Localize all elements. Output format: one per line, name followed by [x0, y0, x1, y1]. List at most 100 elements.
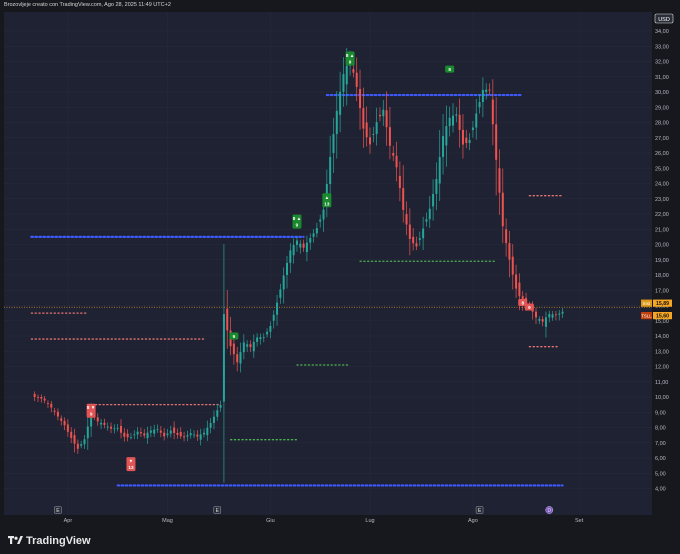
event-marker[interactable]: E: [213, 506, 222, 514]
candle-body: [106, 426, 109, 428]
y-tick-label: 13,00: [655, 349, 669, 355]
candle-body: [76, 443, 79, 449]
signal-green[interactable]: 8 ▲9: [345, 51, 355, 66]
candle-body: [252, 341, 255, 352]
candle-body: [392, 153, 395, 156]
candle-body: [319, 219, 322, 222]
candle-body: [445, 126, 448, 146]
signal-count: 9: [349, 59, 352, 64]
candle-body: [146, 432, 149, 439]
candle-body: [471, 127, 474, 131]
signal-red[interactable]: ▼13: [126, 457, 136, 472]
candle-body: [355, 72, 358, 87]
candle-body: [418, 238, 421, 240]
y-tick-label: 9,00: [655, 410, 666, 416]
signal-green[interactable]: 8: [445, 65, 455, 73]
candle-body: [286, 262, 288, 275]
price-tags: Inst 15,89 TSLL 15,60: [641, 299, 672, 320]
candle-body: [219, 404, 222, 408]
candle-body: [402, 188, 405, 210]
candle-body: [103, 422, 106, 425]
signal-label: ▲: [325, 195, 330, 200]
candle-body: [63, 420, 66, 426]
candle-body: [359, 88, 362, 109]
candle-body: [282, 275, 285, 290]
candle-body: [455, 114, 458, 116]
candle-body: [96, 417, 99, 422]
candle-body: [312, 233, 315, 237]
grid-lines: [4, 12, 652, 515]
candle-body: [362, 108, 365, 129]
candle-body: [173, 427, 176, 433]
candle-body: [498, 168, 501, 193]
x-tick-label: Mag: [162, 518, 173, 524]
signal-label: ▼: [129, 459, 134, 464]
price-tag-name: TSLL: [641, 313, 652, 318]
candle-body: [176, 432, 179, 435]
candle-body: [163, 432, 166, 437]
event-marker[interactable]: E: [54, 506, 62, 514]
signal-count: 13: [324, 201, 330, 206]
candle-body: [352, 69, 355, 73]
candle-body: [405, 214, 408, 225]
candle-body: [166, 433, 169, 436]
candle-body: [315, 228, 318, 234]
candle-body: [179, 432, 182, 437]
candle-body: [345, 65, 348, 85]
candle-body: [212, 416, 215, 423]
y-tick-label: 7,00: [655, 441, 666, 447]
signal-green[interactable]: ▲13: [322, 193, 332, 208]
y-tick-label: 26,00: [655, 151, 669, 157]
candle-body: [83, 439, 86, 445]
candle-body: [412, 236, 415, 244]
y-tick-label: 34,00: [655, 29, 669, 35]
candle-body: [279, 289, 282, 298]
x-tick-label: Ago: [468, 518, 478, 524]
y-tick-label: 24,00: [655, 182, 669, 188]
event-marker[interactable]: E: [475, 506, 484, 514]
candle-body: [375, 122, 378, 135]
event-markers: EEED: [54, 506, 554, 514]
candle-body: [369, 137, 371, 145]
signal-label: 8: [521, 300, 524, 305]
candle-body: [116, 428, 119, 429]
signal-label: 8 ▼: [87, 405, 95, 410]
candle-body: [544, 317, 547, 327]
candle-body: [398, 175, 401, 189]
x-tick-label: Set: [575, 518, 584, 524]
candle-body: [554, 314, 557, 316]
candle-body: [515, 274, 518, 289]
candle-body: [272, 314, 275, 321]
price-tag: TSLL 15,60: [641, 312, 672, 320]
candle-body: [226, 308, 229, 331]
y-tick-label: 19,00: [655, 258, 669, 264]
signal-red[interactable]: 8 ▼9: [86, 403, 96, 418]
y-tick-label: 5,00: [655, 471, 666, 477]
candle-body: [342, 74, 345, 92]
candle-body: [422, 228, 425, 239]
candle-body: [242, 342, 245, 353]
candle-body: [382, 109, 385, 117]
candle-body: [136, 431, 139, 435]
price-tag-value: 15,89: [656, 301, 669, 307]
candle-body: [239, 352, 242, 364]
candle-body: [438, 157, 441, 184]
candle-body: [196, 434, 199, 437]
candle-body: [209, 423, 212, 428]
candle-body: [183, 436, 186, 438]
candle-body: [322, 209, 325, 220]
candle-body: [80, 444, 83, 446]
candle-body: [432, 193, 435, 207]
candle-body: [305, 242, 308, 253]
event-marker[interactable]: D: [545, 506, 554, 514]
candle-body: [491, 99, 494, 125]
y-tick-label: 4,00: [655, 487, 666, 493]
signal-green[interactable]: 9: [229, 332, 239, 340]
y-tick-label: 23,00: [655, 197, 669, 203]
signal-green[interactable]: 8 ▲9: [292, 214, 302, 229]
candle-body: [415, 243, 418, 247]
candle-body: [113, 428, 116, 430]
signal-red[interactable]: 9: [524, 303, 534, 311]
y-tick-label: 22,00: [655, 212, 669, 218]
candle-body: [442, 136, 445, 158]
